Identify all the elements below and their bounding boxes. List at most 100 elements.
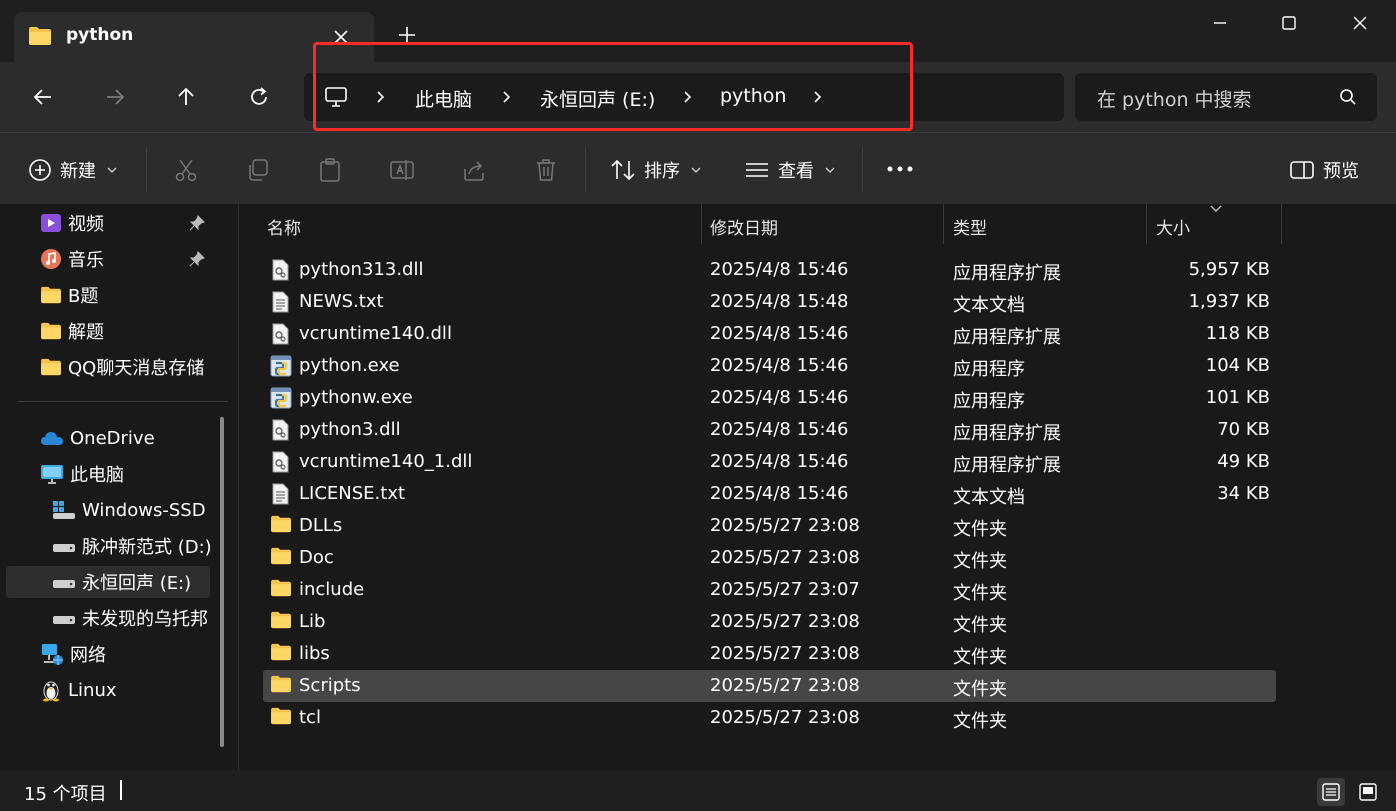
view-button[interactable]: 查看 xyxy=(744,157,836,183)
video-icon xyxy=(40,212,62,234)
sidebar-item-folder-b[interactable]: B题 xyxy=(40,279,220,311)
column-divider[interactable] xyxy=(1281,204,1282,244)
file-type: 文件夹 xyxy=(953,679,1007,700)
table-row[interactable]: DLLs 2025/5/27 23:08 文件夹 xyxy=(263,510,1276,542)
tab-python[interactable]: python xyxy=(14,12,374,62)
up-icon[interactable] xyxy=(171,82,201,112)
text-file-icon xyxy=(270,483,290,505)
sidebar-item-label: 永恒回声 (E:) xyxy=(82,573,192,594)
sidebar-item-this-pc[interactable]: 此电脑 xyxy=(40,458,220,490)
sort-icon xyxy=(610,158,636,182)
file-name: Scripts xyxy=(299,675,361,696)
maximize-icon[interactable] xyxy=(1266,10,1312,36)
chevron-right-icon[interactable] xyxy=(811,87,825,107)
minimize-icon[interactable] xyxy=(1197,10,1243,36)
breadcrumb-this-pc[interactable]: 此电脑 xyxy=(415,85,472,112)
column-header-name[interactable]: 名称 xyxy=(267,214,301,239)
file-modified: 2025/4/8 15:46 xyxy=(710,419,849,440)
column-divider[interactable] xyxy=(701,204,702,244)
breadcrumb-python[interactable]: python xyxy=(720,85,786,107)
share-icon[interactable] xyxy=(461,157,487,183)
table-row[interactable]: LICENSE.txt 2025/4/8 15:46 文本文档 34 KB xyxy=(263,478,1276,510)
file-modified: 2025/4/8 15:46 xyxy=(710,483,849,504)
paste-icon[interactable] xyxy=(317,157,343,183)
copy-icon[interactable] xyxy=(245,157,271,183)
sidebar-item-linux[interactable]: Linux xyxy=(40,674,220,706)
sort-button[interactable]: 排序 xyxy=(610,157,702,183)
details-view-icon[interactable] xyxy=(1317,778,1345,806)
file-name: pythonw.exe xyxy=(299,387,413,408)
folder-icon xyxy=(28,26,52,46)
table-row[interactable]: vcruntime140.dll 2025/4/8 15:46 应用程序扩展 118 … xyxy=(263,318,1276,350)
python-exe-icon xyxy=(270,387,292,409)
breadcrumb-drive-e[interactable]: 永恒回声 (E:) xyxy=(540,85,655,112)
file-name: tcl xyxy=(299,707,321,728)
new-tab-icon[interactable] xyxy=(396,24,418,46)
file-type: 文本文档 xyxy=(953,487,1025,508)
command-bar: 新建 排序 查看 预览 xyxy=(0,132,1396,204)
dll-file-icon xyxy=(270,259,290,281)
delete-icon[interactable] xyxy=(533,157,559,183)
forward-icon[interactable] xyxy=(100,82,130,112)
close-window-icon[interactable] xyxy=(1337,10,1383,36)
sidebar-scrollbar[interactable] xyxy=(220,417,224,747)
new-button[interactable]: 新建 xyxy=(28,157,118,183)
search-icon[interactable] xyxy=(1339,88,1357,106)
search-box[interactable]: 在 python 中搜索 xyxy=(1075,73,1377,121)
refresh-icon[interactable] xyxy=(244,82,274,112)
sidebar-item-onedrive[interactable]: OneDrive xyxy=(40,422,220,454)
chevron-right-icon[interactable] xyxy=(500,87,514,107)
sidebar-item-windows-ssd[interactable]: Windows-SSD ( xyxy=(52,494,212,526)
table-row[interactable]: python313.dll 2025/4/8 15:46 应用程序扩展 5,957 K… xyxy=(263,254,1276,286)
file-type: 应用程序扩展 xyxy=(953,455,1061,476)
table-row[interactable]: NEWS.txt 2025/4/8 15:48 文本文档 1,937 KB xyxy=(263,286,1276,318)
table-row[interactable]: libs 2025/5/27 23:08 文件夹 xyxy=(263,638,1276,670)
address-bar[interactable]: 此电脑 永恒回声 (E:) python xyxy=(304,73,1064,121)
sidebar-item-network[interactable]: 网络 xyxy=(40,638,220,670)
file-name: LICENSE.txt xyxy=(299,483,406,504)
sidebar-item-folder-solutions[interactable]: 解题 xyxy=(40,315,220,347)
folder-icon xyxy=(40,322,62,340)
file-type: 文件夹 xyxy=(953,711,1007,732)
table-row[interactable]: python.exe 2025/4/8 15:46 应用程序 104 KB xyxy=(263,350,1276,382)
close-tab-icon[interactable] xyxy=(330,26,352,48)
chevron-right-icon[interactable] xyxy=(681,87,695,107)
rename-icon[interactable] xyxy=(389,157,415,183)
table-row[interactable]: pythonw.exe 2025/4/8 15:46 应用程序 101 KB xyxy=(263,382,1276,414)
search-input[interactable]: 在 python 中搜索 xyxy=(1097,85,1252,112)
table-row[interactable]: include 2025/5/27 23:07 文件夹 xyxy=(263,574,1276,606)
table-row[interactable]: Scripts 2025/5/27 23:08 文件夹 xyxy=(263,670,1276,702)
table-row[interactable]: python3.dll 2025/4/8 15:46 应用程序扩展 70 KB xyxy=(263,414,1276,446)
chevron-right-icon[interactable] xyxy=(374,87,388,107)
more-options-icon[interactable] xyxy=(886,165,914,173)
file-size: 118 KB xyxy=(1205,323,1270,344)
sidebar-item-drive-utopia[interactable]: 未发现的乌托邦 xyxy=(52,602,212,634)
sidebar-item-label: 网络 xyxy=(70,645,106,666)
toolbar-divider xyxy=(146,147,147,193)
sidebar-item-folder-qq[interactable]: QQ聊天消息存储 xyxy=(40,351,212,383)
folder-icon xyxy=(270,515,292,533)
table-row[interactable]: tcl 2025/5/27 23:08 文件夹 xyxy=(263,702,1276,734)
preview-button[interactable]: 预览 xyxy=(1289,157,1359,183)
column-divider[interactable] xyxy=(1146,204,1147,244)
tiles-view-icon[interactable] xyxy=(1354,778,1382,806)
drive-icon xyxy=(52,572,76,592)
table-row[interactable]: Doc 2025/5/27 23:08 文件夹 xyxy=(263,542,1276,574)
file-name: Lib xyxy=(299,611,326,632)
sidebar-item-drive-e[interactable]: 永恒回声 (E:) xyxy=(6,566,210,598)
pin-icon[interactable] xyxy=(188,214,206,232)
column-header-modified[interactable]: 修改日期 xyxy=(710,214,778,239)
pin-icon[interactable] xyxy=(188,250,206,268)
sidebar-item-label: Linux xyxy=(68,679,117,701)
cut-icon[interactable] xyxy=(173,157,199,183)
file-size: 49 KB xyxy=(1217,451,1270,472)
back-icon[interactable] xyxy=(28,82,58,112)
table-row[interactable]: vcruntime140_1.dll 2025/4/8 15:46 应用程序扩展 49… xyxy=(263,446,1276,478)
table-row[interactable]: Lib 2025/5/27 23:08 文件夹 xyxy=(263,606,1276,638)
column-header-size[interactable]: 大小 xyxy=(1156,214,1190,239)
column-header-type[interactable]: 类型 xyxy=(953,214,987,239)
column-divider[interactable] xyxy=(943,204,944,244)
preview-label: 预览 xyxy=(1323,161,1359,182)
computer-icon[interactable] xyxy=(324,85,348,109)
sidebar-item-drive-d[interactable]: 脉冲新范式 (D:) xyxy=(52,530,212,562)
